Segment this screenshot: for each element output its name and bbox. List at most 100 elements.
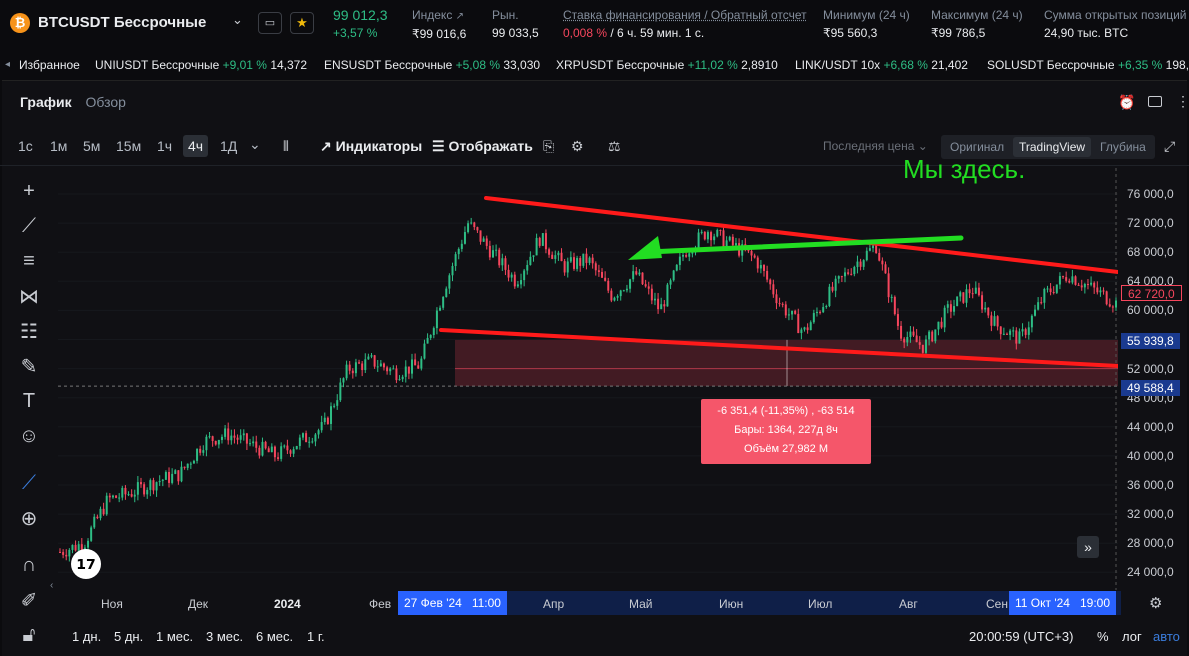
interval-15m[interactable]: 15м [116,138,141,154]
range-5d[interactable]: 5 дн. [114,629,143,644]
scroll-right-button[interactable]: » [1077,536,1099,558]
open-interest-label: Сумма открытых позиций [1044,8,1187,22]
price-axis[interactable]: 76 000,0 72 000,0 68 000,0 64 000,0 60 000,0… [1118,168,1189,590]
log-toggle[interactable]: лог [1122,629,1142,644]
range-1y[interactable]: 1 г. [307,629,325,644]
candle-body [1015,330,1018,344]
pattern-icon[interactable]: ⋈ [14,281,44,311]
interval-4h[interactable]: 4ч [183,135,209,157]
candle-body [594,263,597,271]
candle-body [186,463,189,468]
candle-body [376,366,379,368]
candle-body [127,494,130,496]
x-tick: Май [629,597,653,611]
magnet-icon[interactable]: ∩ [14,550,44,580]
trendline-icon[interactable]: ⟋ [14,211,44,241]
ticker-item[interactable]: SOLUSDT Бессрочные +6,35 % 198,0 [987,54,1189,76]
candle-body [102,508,105,515]
emoji-icon[interactable]: ☺ [14,421,44,451]
candle-body [569,257,572,262]
tab-chart[interactable]: График [20,94,72,110]
candle-body [105,495,108,515]
auto-toggle[interactable]: авто [1153,629,1180,644]
candle-body [1005,333,1008,335]
candle-body [323,417,326,423]
candle-body [753,255,756,258]
ticker-item[interactable]: ENSUSDT Бессрочные +5,08 % 33,030 [324,54,540,76]
external-link-icon[interactable]: ↗ [456,11,464,22]
candle-body [317,430,320,435]
fullscreen-icon[interactable]: ⤢ [1164,138,1175,155]
candle-body [273,446,276,458]
y-tick: 40 000,0 [1127,448,1174,463]
favorites-arrow-icon[interactable]: ◂ [5,54,10,76]
zoom-icon[interactable]: ⊕ [14,503,44,533]
symbol-name[interactable]: BTCUSDT Бессрочные [38,14,206,31]
crosshair-icon[interactable]: + [14,176,44,206]
view-depth[interactable]: Глубина [1100,135,1146,159]
indicators-button[interactable]: ↗ Индикаторы [320,138,422,155]
tradingview-logo-icon[interactable]: 𝟭𝟳 [71,549,101,579]
candle-body [330,406,333,424]
candle-body [872,245,875,249]
candle-body [563,261,566,273]
interval-5m[interactable]: 5м [83,138,100,154]
ticker-item[interactable]: XRPUSDT Бессрочные +11,02 % 2,8910 [556,54,778,76]
chart-canvas[interactable] [58,168,1120,590]
alert-add-icon[interactable]: ⏰ [1118,94,1135,111]
scale-icon[interactable]: ⚖ [608,138,621,155]
more-icon[interactable]: ⋮ [1176,93,1189,110]
brush-icon[interactable]: ✎ [14,351,44,381]
tab-overview[interactable]: Обзор [86,94,126,110]
display-label: Отображать [448,138,533,154]
ticker-item[interactable]: UNIUSDT Бессрочные +9,01 % 14,372 [95,54,307,76]
interval-chevron-icon[interactable]: ⌄ [249,136,261,153]
candle-body [202,450,205,453]
collapse-arrow-icon[interactable]: ‹ [50,580,53,591]
candle-body [62,552,65,555]
clock-time[interactable]: 20:00:59 (UTC+3) [969,629,1073,644]
percent-toggle[interactable]: % [1097,629,1109,644]
layout-icon[interactable]: ⎘ [543,138,554,155]
interval-1m[interactable]: 1м [50,138,67,154]
candle-body [1093,282,1096,288]
candle-body [719,230,722,232]
candle-body [878,252,881,261]
candle-body [155,482,158,491]
candle-body [470,222,473,224]
interval-1s[interactable]: 1с [18,138,33,154]
candle-body [1077,284,1080,286]
ticker-item[interactable]: LINK/USDT 10x +6,68 % 21,402 [795,54,968,76]
fib-icon[interactable]: ☷ [14,316,44,346]
candle-body [1049,288,1052,293]
candle-body [392,368,395,370]
horizontal-lines-icon[interactable]: ≡ [14,246,44,276]
range-1d[interactable]: 1 дн. [72,629,101,644]
window-icon[interactable] [1148,96,1162,107]
candle-body [940,321,943,328]
range-6m[interactable]: 6 мес. [256,629,293,644]
candle-body [264,441,267,449]
candle-body [585,253,588,263]
lock-drawings-icon[interactable]: ✐ [14,585,44,615]
interval-1h[interactable]: 1ч [157,138,172,154]
favorite-star-icon[interactable]: ★ [290,12,314,34]
settings-gear-icon[interactable]: ⚙ [571,138,584,155]
measure-lower-tag: 49 588,4 [1121,380,1180,396]
display-button[interactable]: ☰ Отображать [432,138,533,155]
time-axis[interactable]: Ноя Дек 2024 Фев Апр Май Июн Июл Авг Сен… [58,591,1121,615]
candle-type-icon[interactable]: ⫴ [283,138,289,155]
axis-settings-gear-icon[interactable]: ⚙ [1149,594,1162,612]
ruler-icon[interactable]: ⟋ [14,468,44,498]
ticker-name: UNIUSDT Бессрочные [95,58,220,72]
book-icon[interactable]: ▭ [258,12,282,34]
text-icon[interactable]: T [14,386,44,416]
chevron-down-icon[interactable]: ⌄ [232,12,243,28]
candle-body [1090,282,1093,285]
interval-1d[interactable]: 1Д [220,138,237,154]
favorites-label[interactable]: Избранное [19,54,80,76]
range-3m[interactable]: 3 мес. [206,629,243,644]
range-1m[interactable]: 1 мес. [156,629,193,644]
last-price-select[interactable]: Последняя цена ⌄ [823,139,928,153]
price-chart[interactable]: Мы здесь. 𝟭𝟳 » [58,154,1120,590]
